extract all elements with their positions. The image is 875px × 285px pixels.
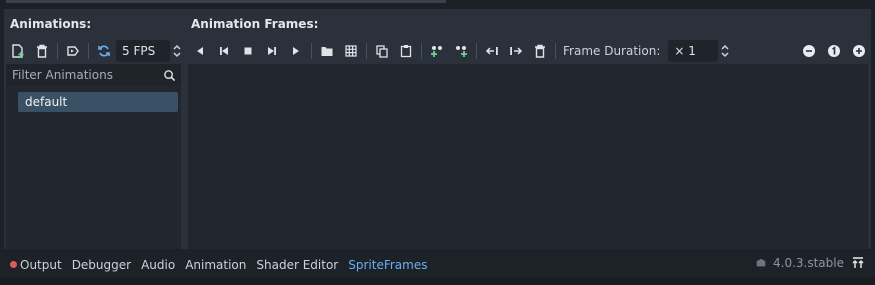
frame-duration-value: × 1: [674, 44, 696, 58]
paste-frame-button[interactable]: [394, 40, 418, 62]
animations-toolbar: 5 FPS: [6, 40, 184, 62]
tab-shader-editor[interactable]: Shader Editor: [256, 258, 338, 272]
zoom-in-button[interactable]: [846, 40, 871, 62]
play-start-icon: [268, 47, 276, 55]
insert-before-icon: [431, 46, 442, 57]
tab-debugger[interactable]: Debugger: [72, 258, 131, 272]
separator: [366, 43, 367, 59]
move-frame-right-button[interactable]: [504, 40, 528, 62]
version-text: 4.0.3.stable: [773, 256, 844, 270]
tab-audio[interactable]: Audio: [141, 258, 175, 272]
autoplay-icon: [67, 46, 79, 56]
folder-icon: [321, 47, 333, 56]
zoom-out-icon: [802, 45, 815, 57]
animations-list-panel: Filter Animations default: [6, 64, 181, 249]
fps-spinner-arrows[interactable]: [170, 44, 184, 58]
error-indicator-icon: [10, 260, 17, 268]
zoom-out-button[interactable]: [796, 40, 821, 62]
separator: [88, 43, 89, 59]
animations-header: Animations:: [10, 17, 92, 31]
separator: [311, 43, 312, 59]
editor-tab-strip: [6, 0, 446, 3]
delete-animation-button[interactable]: [30, 40, 54, 62]
separator: [555, 43, 556, 59]
play-backwards-from-end-button[interactable]: [212, 40, 236, 62]
zoom-controls: [796, 40, 871, 62]
add-frames-from-sheet-button[interactable]: [339, 40, 363, 62]
play-icon: [293, 47, 299, 55]
stop-button[interactable]: [236, 40, 260, 62]
version-label[interactable]: 4.0.3.stable: [755, 256, 844, 270]
paste-icon: [400, 45, 412, 58]
frame-duration-label: Frame Duration:: [563, 44, 661, 58]
filter-animations-input[interactable]: Filter Animations: [6, 64, 181, 86]
separator: [421, 43, 422, 59]
loop-icon: [98, 45, 110, 57]
godot-logo-icon: [756, 258, 766, 267]
fps-spinbox[interactable]: 5 FPS: [116, 40, 170, 62]
window-bottom-edge: [0, 278, 875, 285]
tab-spriteframes[interactable]: SpriteFrames: [348, 258, 427, 272]
delete-frame-button[interactable]: [528, 40, 552, 62]
tab-output-label: Output: [20, 257, 62, 272]
expand-bottom-panel-button[interactable]: [851, 256, 865, 270]
autoplay-on-load-button[interactable]: [61, 40, 85, 62]
insert-frame-after-button[interactable]: [449, 40, 473, 62]
move-left-icon: [485, 47, 498, 55]
expand-panel-icon: [852, 257, 864, 268]
zoom-reset-button[interactable]: [821, 40, 846, 62]
top-strip: [0, 0, 875, 6]
add-frame-from-file-button[interactable]: [315, 40, 339, 62]
copy-frame-button[interactable]: [370, 40, 394, 62]
separator: [57, 43, 58, 59]
copy-icon: [376, 45, 388, 58]
tab-output[interactable]: Output: [10, 258, 62, 272]
bottom-panel-tabs: Output Debugger Audio Animation Shader E…: [0, 252, 875, 277]
play-button[interactable]: [284, 40, 308, 62]
fps-value: 5 FPS: [122, 44, 156, 58]
new-animation-button[interactable]: [6, 40, 30, 62]
insert-frame-before-button[interactable]: [425, 40, 449, 62]
grid-icon: [345, 45, 357, 57]
filter-placeholder: Filter Animations: [12, 68, 113, 82]
frame-duration-spinner-arrows[interactable]: [718, 44, 732, 58]
frames-toolbar: Frame Duration: × 1: [188, 40, 732, 62]
move-right-icon: [510, 47, 523, 55]
insert-after-icon: [456, 46, 467, 57]
zoom-in-icon: [852, 45, 865, 57]
new-file-icon: [12, 44, 24, 58]
animation-item-default[interactable]: default: [18, 92, 178, 112]
frame-duration-spinbox[interactable]: × 1: [668, 40, 719, 62]
search-icon: [157, 69, 181, 82]
play-start-backwards-icon: [220, 47, 228, 55]
play-from-start-button[interactable]: [260, 40, 284, 62]
trash-icon: [37, 44, 47, 58]
move-frame-left-button[interactable]: [480, 40, 504, 62]
separator: [476, 43, 477, 59]
tab-animation[interactable]: Animation: [185, 258, 246, 272]
trash-icon: [535, 44, 545, 58]
animation-item-label: default: [25, 95, 68, 109]
up-down-arrows-icon: [721, 44, 729, 58]
stop-icon: [244, 47, 252, 55]
zoom-reset-icon: [827, 45, 840, 57]
up-down-arrows-icon: [173, 44, 181, 58]
animation-frames-header: Animation Frames:: [191, 17, 319, 31]
play-backwards-icon: [197, 47, 203, 55]
play-backwards-button[interactable]: [188, 40, 212, 62]
animation-frames-area[interactable]: [188, 64, 868, 249]
animation-looping-button[interactable]: [92, 40, 116, 62]
